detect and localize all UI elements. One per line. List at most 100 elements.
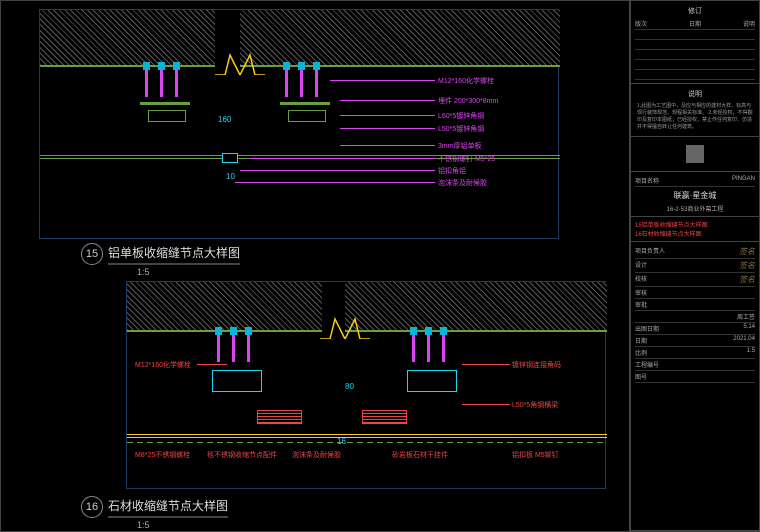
break-line-icon xyxy=(215,50,265,75)
row-val: 5.14 xyxy=(743,324,755,333)
anchor-bolt xyxy=(247,327,250,362)
drawing-title-2: 16石材收缩缝节点大样图 xyxy=(635,229,755,238)
slab-edge xyxy=(40,65,215,67)
drawing-title-block: 15铝单板收缩缝节点大样图 16石材收缩缝节点大样图 xyxy=(631,217,759,242)
row-label: 项目负责人 xyxy=(635,246,665,257)
stone-panel xyxy=(362,410,407,424)
detail-number-badge: 15 xyxy=(81,243,103,265)
row-label: 审批 xyxy=(635,300,647,309)
leader-line xyxy=(340,128,435,129)
row-label: 比例 xyxy=(635,348,647,357)
leader-line xyxy=(340,100,435,101)
anchor-bolt xyxy=(300,62,303,97)
slab-edge xyxy=(127,330,322,332)
label-l-0: M12*160化学螺栓 xyxy=(135,360,191,370)
row-val: 2021.04 xyxy=(733,336,755,345)
row-label: 校核 xyxy=(635,274,647,285)
drawing-title-1: 15铝单板收缩缝节点大样图 xyxy=(635,220,755,229)
project-name: PINGAN xyxy=(732,176,755,185)
detail-number-badge: 16 xyxy=(81,496,103,518)
anchor-bolt xyxy=(232,327,235,362)
detail-16-title-row: 16 石材收缩缝节点大样图 xyxy=(81,496,228,518)
label-r-2: 铝扣板 M5铆钉 xyxy=(512,450,559,460)
leader-line xyxy=(462,404,510,405)
row-val: 1:5 xyxy=(747,348,755,357)
anchor-bolt xyxy=(427,327,430,362)
row-label: 工程编号 xyxy=(635,360,659,369)
row-val: 周工签 xyxy=(737,312,755,321)
revision-header: 修订 xyxy=(635,4,755,18)
company-logo-icon xyxy=(686,145,704,163)
angle-steel xyxy=(288,110,326,122)
row-label: 出图日期 xyxy=(635,324,659,333)
label-r-3: 砂岩板石材干挂件 xyxy=(392,450,448,460)
label-panel: 3mm厚铝单板 xyxy=(438,141,482,151)
leader-line xyxy=(340,115,435,116)
anchor-bolt xyxy=(175,62,178,97)
signature-icon: 签名 xyxy=(739,260,755,271)
leader-line xyxy=(235,182,435,183)
row-label: 审核 xyxy=(635,288,647,297)
signature-icon: 签名 xyxy=(739,246,755,257)
notes-text: 1.此图为工艺图中，及应与相应的建材大样、标高与现行装饰规范、规程相关标准。 2… xyxy=(635,101,755,133)
detail-15-title-row: 15 铝单板收缩缝节点大样图 xyxy=(81,243,240,265)
label-screw: 不锈钢螺钉 M5*25 xyxy=(438,154,495,164)
detail-16-scale: 1:5 xyxy=(137,520,150,530)
project-title: 联赢·星金城 xyxy=(635,187,755,204)
leader-line xyxy=(240,170,435,171)
steel-bracket xyxy=(212,370,262,392)
label-embed: 埋件 200*300*8mm xyxy=(438,96,498,106)
steel-bracket xyxy=(407,370,457,392)
detail-16-frame: 80 16 M12*160化学螺栓 M8*25不锈钢螺栓 毯不锈钢收缩节点配件 … xyxy=(126,281,606,489)
rev-col: 版次 xyxy=(635,19,647,28)
signature-icon: 签名 xyxy=(739,274,755,285)
label-r-0: 镀锌钢连接角码 xyxy=(512,360,561,370)
concrete-hatch xyxy=(40,10,215,65)
project-label: 项目名称 xyxy=(635,176,659,185)
row-label: 图号 xyxy=(635,372,647,381)
drawing-canvas: 160 10 M12*160化学螺栓 埋件 200*300*8mm L60*5镀… xyxy=(0,0,630,532)
joint-sealant xyxy=(222,153,238,163)
label-bolt: M12*160化学螺栓 xyxy=(438,76,494,86)
title-block: 修订 版次 日期说明 说明 1.此图为工艺图中，及应与相应的建材大样、标高与现行装… xyxy=(630,0,760,532)
dim-16: 16 xyxy=(337,437,346,446)
stone-line xyxy=(127,434,607,438)
revision-block: 修订 版次日期说明 xyxy=(631,1,759,84)
label-l-2: 毯不锈钢收缩节点配件 xyxy=(207,450,277,460)
leader-line xyxy=(197,364,227,365)
company-logo-box xyxy=(631,137,759,172)
leader-line xyxy=(340,145,435,146)
anchor-bolt xyxy=(145,62,148,97)
rev-col: 日期 xyxy=(689,19,701,28)
project-sub: 16-2-53商业外幕工程 xyxy=(635,204,755,213)
notes-title: 说明 xyxy=(635,87,755,101)
leader-line xyxy=(462,364,510,365)
dim-160: 160 xyxy=(218,115,231,124)
anchor-bolt xyxy=(412,327,415,362)
anchor-bolt xyxy=(285,62,288,97)
detail-15-frame: 160 10 M12*160化学螺栓 埋件 200*300*8mm L60*5镀… xyxy=(39,9,559,239)
label-r-1: L50*5角钢横梁 xyxy=(512,400,558,410)
label-l-3: 泡沫条及耐候胶 xyxy=(292,450,341,460)
embed-plate xyxy=(280,102,330,105)
anchor-bolt xyxy=(315,62,318,97)
anchor-bolt xyxy=(442,327,445,362)
centerline xyxy=(127,442,607,443)
row-label: 设计 xyxy=(635,260,647,271)
detail-16-title: 石材收缩缝节点大样图 xyxy=(108,497,228,518)
detail-15-title: 铝单板收缩缝节点大样图 xyxy=(108,244,240,265)
notes-block: 说明 1.此图为工艺图中，及应与相应的建材大样、标高与现行装饰规范、规程相关标准… xyxy=(631,84,759,137)
dim-80: 80 xyxy=(345,382,354,391)
label-angle50: L50*5镀锌角钢 xyxy=(438,124,484,134)
project-block: 项目名称 PINGAN 联赢·星金城 16-2-53商业外幕工程 xyxy=(631,172,759,217)
slab-edge xyxy=(345,330,607,332)
anchor-bolt xyxy=(217,327,220,362)
aluminum-panel xyxy=(40,155,222,159)
label-sealant: 泡沫条及耐候胶 xyxy=(438,178,487,188)
anchor-bolt xyxy=(160,62,163,97)
leader-line xyxy=(330,80,435,81)
detail-15-scale: 1:5 xyxy=(137,267,150,277)
break-line-icon xyxy=(320,314,370,339)
label-l-1: M8*25不锈钢螺栓 xyxy=(135,450,190,460)
stone-panel xyxy=(257,410,302,424)
